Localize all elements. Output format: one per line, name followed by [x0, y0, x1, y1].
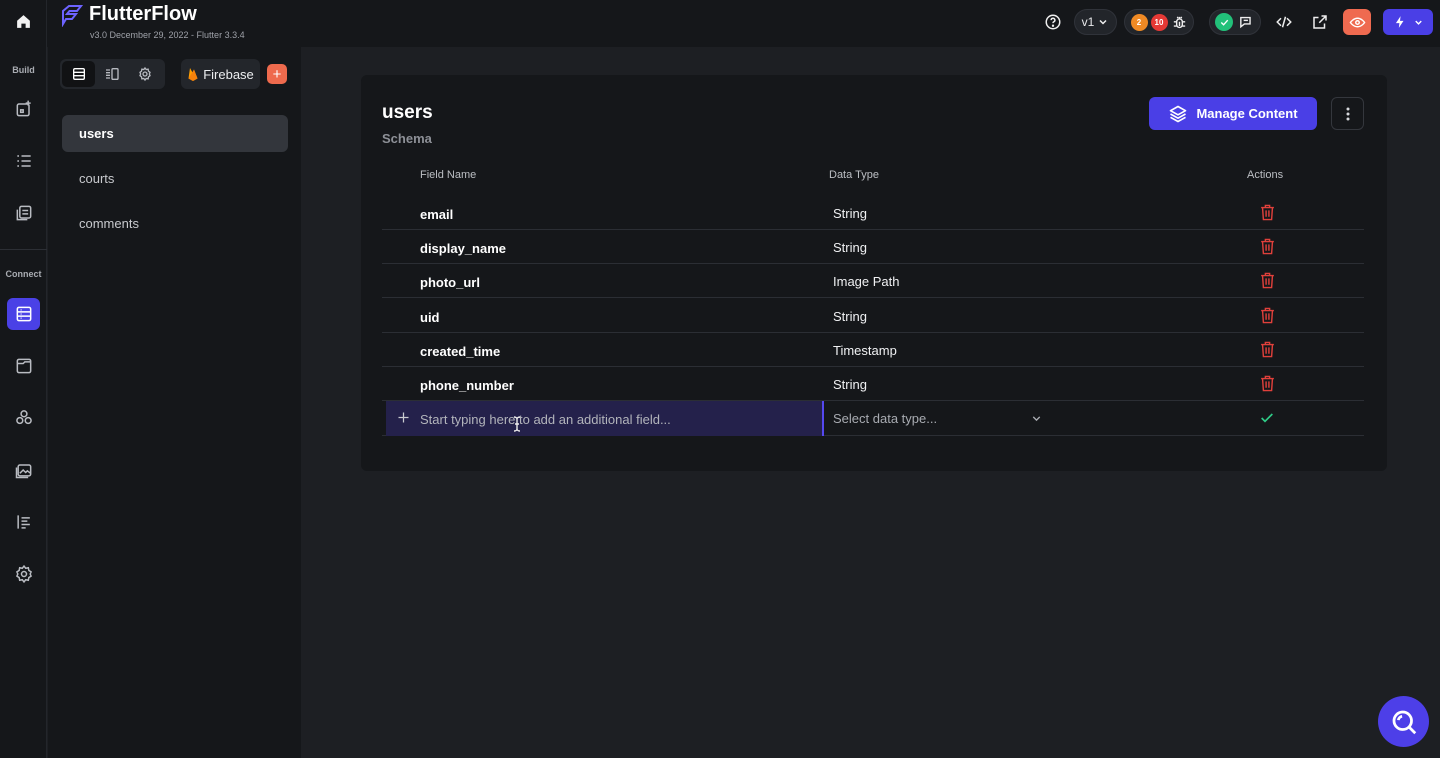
field-name[interactable]: uid — [420, 310, 440, 325]
more-options-button[interactable] — [1331, 97, 1364, 130]
open-external-icon[interactable] — [1307, 9, 1333, 35]
layers-icon — [1170, 105, 1187, 122]
tab-split-view[interactable] — [95, 61, 128, 87]
table-row[interactable]: created_time Timestamp — [382, 333, 1364, 367]
run-button[interactable] — [1383, 9, 1433, 35]
bug-icon — [1173, 16, 1185, 28]
new-field-input[interactable]: Start typing here to add an additional f… — [386, 401, 824, 436]
version-selector[interactable]: v1 — [1074, 9, 1117, 35]
schema-card: users Schema Manage Content Field Name D… — [361, 75, 1387, 471]
delete-trash-icon[interactable] — [1259, 271, 1276, 290]
data-type-placeholder: Select data type... — [833, 411, 938, 426]
search-button[interactable] — [1378, 696, 1429, 747]
more-vertical-icon — [1346, 107, 1349, 120]
app-state-icon[interactable] — [7, 350, 40, 382]
delete-trash-icon[interactable] — [1259, 203, 1276, 222]
field-name[interactable]: email — [420, 207, 453, 222]
table-row[interactable]: display_name String — [382, 230, 1364, 264]
code-icon[interactable] — [1271, 9, 1297, 35]
column-header-field-name: Field Name — [420, 169, 477, 181]
collection-item-users[interactable]: users — [62, 115, 288, 152]
home-icon[interactable] — [7, 5, 40, 37]
collections-sidebar: Firebase + users courts comments — [48, 47, 301, 758]
collection-item-comments[interactable]: comments — [62, 205, 288, 242]
left-rail: Build Connect — [0, 0, 47, 758]
collab-indicator[interactable] — [1209, 9, 1261, 35]
new-field-row: Start typing here to add an additional f… — [382, 401, 1364, 436]
tab-collections[interactable] — [62, 61, 95, 87]
errors-badge: 10 — [1150, 13, 1168, 31]
issues-indicator[interactable]: 2 10 — [1124, 9, 1194, 35]
firebase-icon — [188, 68, 198, 81]
search-icon — [1392, 710, 1416, 734]
comments-icon — [1240, 16, 1251, 28]
field-type[interactable]: Timestamp — [833, 343, 897, 358]
rail-divider — [0, 249, 47, 250]
flutterflow-logo-icon — [60, 3, 84, 27]
sidebar-tabs — [60, 59, 165, 89]
build-label: Build — [12, 65, 35, 75]
theme-icon[interactable] — [7, 506, 40, 538]
collection-item-courts[interactable]: courts — [62, 160, 288, 197]
table-row[interactable]: uid String — [382, 299, 1364, 333]
field-name[interactable]: display_name — [420, 241, 506, 256]
delete-trash-icon[interactable] — [1259, 237, 1276, 256]
field-name[interactable]: phone_number — [420, 378, 514, 393]
field-type[interactable]: String — [833, 240, 867, 255]
data-type-select[interactable]: Select data type... — [833, 411, 1043, 426]
table-row[interactable]: photo_url Image Path — [382, 264, 1364, 298]
delete-trash-icon[interactable] — [1259, 374, 1276, 393]
manage-content-button[interactable]: Manage Content — [1149, 97, 1317, 130]
media-assets-icon[interactable] — [7, 454, 40, 486]
text-cursor-icon — [513, 416, 521, 432]
integrations-icon[interactable] — [7, 402, 40, 434]
add-page-icon[interactable] — [7, 93, 40, 125]
schema-subtitle: Schema — [382, 131, 432, 146]
chevron-down-icon — [1032, 416, 1041, 422]
new-field-placeholder: Start typing here to add an additional f… — [420, 412, 671, 427]
confirm-check-icon[interactable] — [1259, 410, 1275, 426]
collection-title: users — [382, 102, 433, 123]
warnings-badge: 2 — [1130, 13, 1148, 31]
chevron-down-icon — [1099, 19, 1107, 25]
field-type[interactable]: String — [833, 377, 867, 392]
manage-content-label: Manage Content — [1196, 106, 1298, 121]
ok-check-icon — [1215, 13, 1233, 31]
help-icon[interactable] — [1040, 9, 1066, 35]
settings-icon[interactable] — [7, 558, 40, 590]
column-header-actions: Actions — [1247, 169, 1284, 181]
gear-icon — [138, 66, 151, 82]
field-type[interactable]: String — [833, 309, 867, 324]
tab-settings[interactable] — [128, 61, 161, 87]
field-name[interactable]: photo_url — [420, 275, 480, 290]
firestore-icon[interactable] — [7, 298, 40, 330]
top-bar: FlutterFlow v3.0 December 29, 2022 - Flu… — [47, 0, 1440, 47]
firebase-button[interactable]: Firebase — [181, 59, 260, 89]
lightning-icon — [1395, 16, 1403, 28]
version-label: v1 — [1081, 15, 1095, 29]
app-brand: FlutterFlow — [89, 3, 197, 25]
split-view-icon — [105, 68, 119, 80]
add-collection-button[interactable]: + — [267, 64, 287, 84]
table-icon — [72, 68, 85, 80]
column-header-data-type: Data Type — [829, 169, 879, 181]
delete-trash-icon[interactable] — [1259, 340, 1276, 359]
table-row[interactable]: phone_number String — [382, 367, 1364, 401]
app-version: v3.0 December 29, 2022 - Flutter 3.3.4 — [90, 30, 245, 40]
table-row[interactable]: email String — [382, 196, 1364, 230]
field-type[interactable]: Image Path — [833, 274, 900, 289]
firebase-label: Firebase — [203, 66, 254, 82]
field-name[interactable]: created_time — [420, 344, 500, 359]
plus-icon — [398, 412, 409, 423]
field-type[interactable]: String — [833, 206, 867, 221]
chevron-down-icon — [1414, 20, 1422, 25]
connect-label: Connect — [5, 269, 42, 279]
preview-eye-icon[interactable] — [1343, 9, 1371, 35]
storyboard-icon[interactable] — [7, 197, 40, 229]
delete-trash-icon[interactable] — [1259, 306, 1276, 325]
widget-tree-icon[interactable] — [7, 145, 40, 177]
